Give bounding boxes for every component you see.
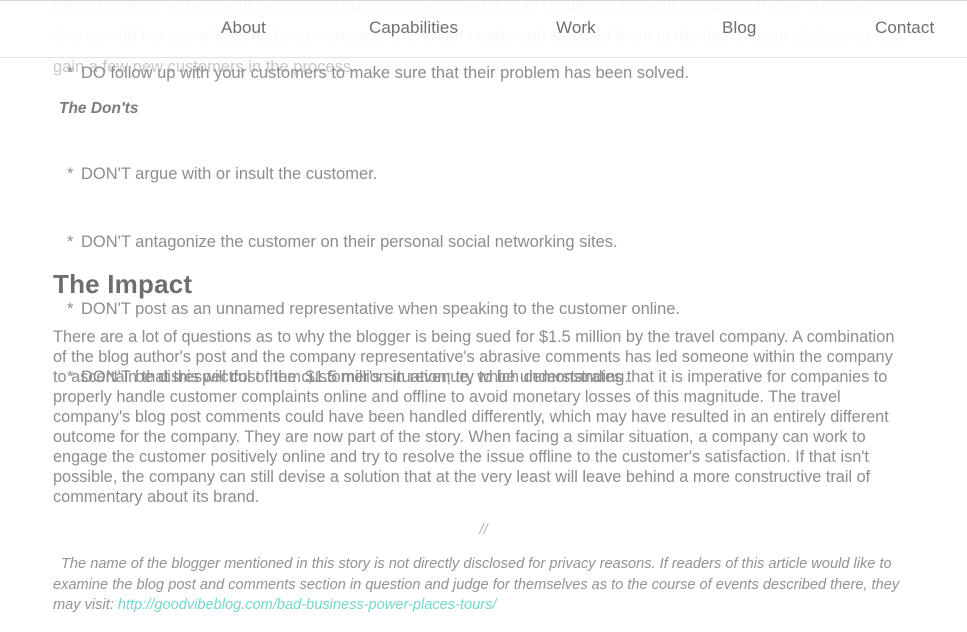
impact-paragraph: There are a lot of questions as to why t… — [53, 328, 895, 506]
dos-and-donts-list: * DO follow up with your customers to ma… — [53, 62, 933, 386]
list-item: * DON'T post as an unnamed representativ… — [53, 298, 933, 320]
donts-subheading: The Don'ts — [59, 100, 139, 117]
section-divider: // — [479, 521, 488, 538]
bullet-star-icon: * — [67, 233, 74, 251]
list-item: * DO follow up with your customers to ma… — [53, 62, 933, 84]
source-blog-link[interactable]: http://goodvibeblog.com/bad-business-pow… — [118, 597, 497, 613]
nav-item-blog[interactable]: Blog — [722, 17, 756, 39]
list-item: * DON'T argue with or insult the custome… — [53, 163, 933, 185]
list-item-label: DON'T post as an unnamed representative … — [81, 300, 681, 318]
list-item-label: DO follow up with your customers to make… — [81, 64, 690, 82]
nav-item-contact[interactable]: Contact — [875, 17, 934, 39]
bullet-star-icon: * — [67, 64, 74, 82]
nav-item-work[interactable]: Work — [556, 17, 596, 39]
nav-inner: About Capabilities Work Blog Contact — [0, 1, 967, 57]
bullet-star-icon: * — [67, 165, 74, 183]
bullet-star-icon: * — [67, 300, 74, 318]
list-item-label: DON'T antagonize the customer on their p… — [81, 233, 618, 251]
page-title: The Impact — [53, 269, 193, 299]
list-item-label: DON'T argue with or insult the customer. — [81, 165, 378, 183]
site-navigation-bar: About Capabilities Work Blog Contact — [0, 0, 967, 58]
list-item: * DON'T antagonize the customer on their… — [53, 231, 933, 253]
privacy-footnote: The name of the blogger mentioned in thi… — [53, 554, 904, 616]
nav-item-capabilities[interactable]: Capabilities — [369, 17, 458, 39]
nav-item-about[interactable]: About — [221, 17, 266, 39]
